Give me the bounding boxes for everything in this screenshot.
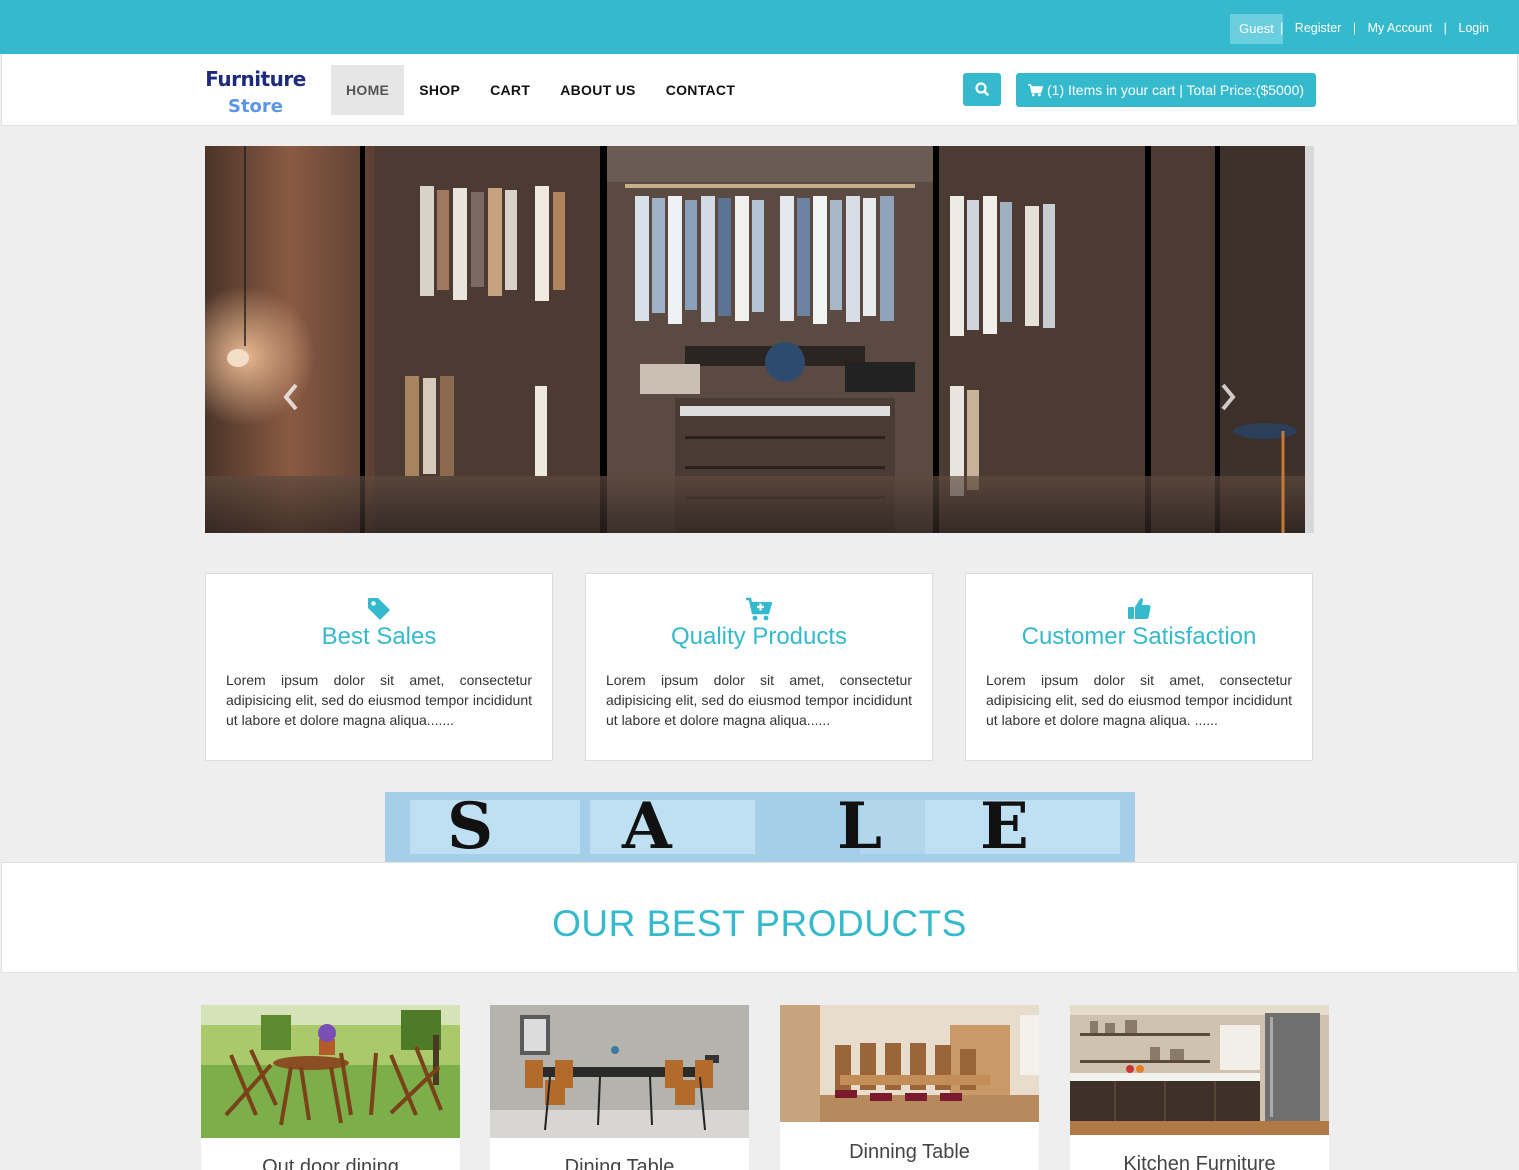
cart-summary-label: (1) Items in your cart | Total Price:($5… [1047, 82, 1305, 98]
nav-about-us[interactable]: ABOUT US [545, 65, 651, 115]
feature-description: Lorem ipsum dolor sit amet, consectetur … [606, 672, 912, 728]
feature-title: Quality Products [670, 623, 848, 650]
feature-description: Lorem ipsum dolor sit amet, consectetur … [986, 672, 1292, 728]
login-link[interactable]: Login [1458, 21, 1489, 35]
top-bar: Guest | Register | My Account | Login [0, 0, 1519, 54]
feature-quality-products: Quality Products Lorem ipsum dolor sit a… [585, 573, 933, 761]
feature-best-sales: Best Sales Lorem ipsum dolor sit amet, c… [205, 573, 553, 761]
feature-description: Lorem ipsum dolor sit amet, consectetur … [226, 672, 532, 728]
section-heading: OUR BEST PRODUCTS [552, 903, 967, 944]
search-button[interactable] [963, 73, 1001, 106]
product-image-outdoor-dining [201, 1005, 460, 1138]
sale-letter-s: S [447, 792, 494, 862]
sale-letter-e: E [980, 792, 1029, 862]
nav-contact[interactable]: CONTACT [651, 65, 751, 115]
feature-customer-satisfaction: Customer Satisfaction Lorem ipsum dolor … [965, 573, 1313, 761]
cart-summary-button[interactable]: (1) Items in your cart | Total Price:($5… [1016, 73, 1316, 107]
search-icon [975, 82, 989, 96]
product-name[interactable]: Dining Table [490, 1156, 749, 1170]
product-name[interactable]: Out door dining [201, 1156, 460, 1170]
product-card[interactable]: Out door dining [201, 1005, 460, 1170]
hero-image-walk-in-closet [205, 146, 1314, 533]
tag-icon [368, 598, 390, 620]
product-card[interactable]: Kitchen Furniture [1070, 1005, 1329, 1170]
nav-cart[interactable]: CART [475, 65, 545, 115]
thumbs-up-icon [1128, 598, 1151, 619]
sale-letter-l: L [837, 792, 882, 862]
hero-carousel [205, 146, 1314, 533]
logo-line-2: Store [227, 96, 284, 117]
product-name[interactable]: Dinning Table [780, 1141, 1039, 1164]
logo-line-1: Furniture [205, 67, 306, 91]
primary-nav: HOME SHOP CART ABOUT US CONTACT [331, 65, 750, 115]
product-image-dinning-table [780, 1005, 1039, 1122]
product-image-dining-table [490, 1005, 749, 1138]
store-logo[interactable]: Furniture Store [198, 66, 313, 120]
product-image-kitchen-furniture [1070, 1005, 1329, 1135]
register-link[interactable]: Register [1295, 21, 1342, 35]
shopping-cart-icon [1028, 84, 1044, 97]
nav-shop[interactable]: SHOP [404, 65, 475, 115]
my-account-link[interactable]: My Account [1368, 21, 1433, 35]
cart-plus-icon [746, 597, 773, 621]
best-products-header: OUR BEST PRODUCTS [1, 862, 1518, 973]
carousel-prev-icon[interactable] [281, 381, 301, 413]
product-name[interactable]: Kitchen Furniture [1070, 1153, 1329, 1170]
sale-banner[interactable]: S A L E [385, 792, 1135, 862]
product-card[interactable]: Dinning Table [780, 1005, 1039, 1170]
feature-title: Customer Satisfaction [1021, 623, 1257, 650]
product-card[interactable]: Dining Table [490, 1005, 749, 1170]
sale-letter-a: A [622, 792, 672, 862]
nav-home[interactable]: HOME [331, 65, 405, 115]
account-links: | Register | My Account | Login [1280, 21, 1489, 35]
feature-title: Best Sales [321, 623, 437, 650]
main-navbar: Furniture Store HOME SHOP CART ABOUT US … [1, 54, 1518, 126]
carousel-next-icon[interactable] [1218, 381, 1238, 413]
